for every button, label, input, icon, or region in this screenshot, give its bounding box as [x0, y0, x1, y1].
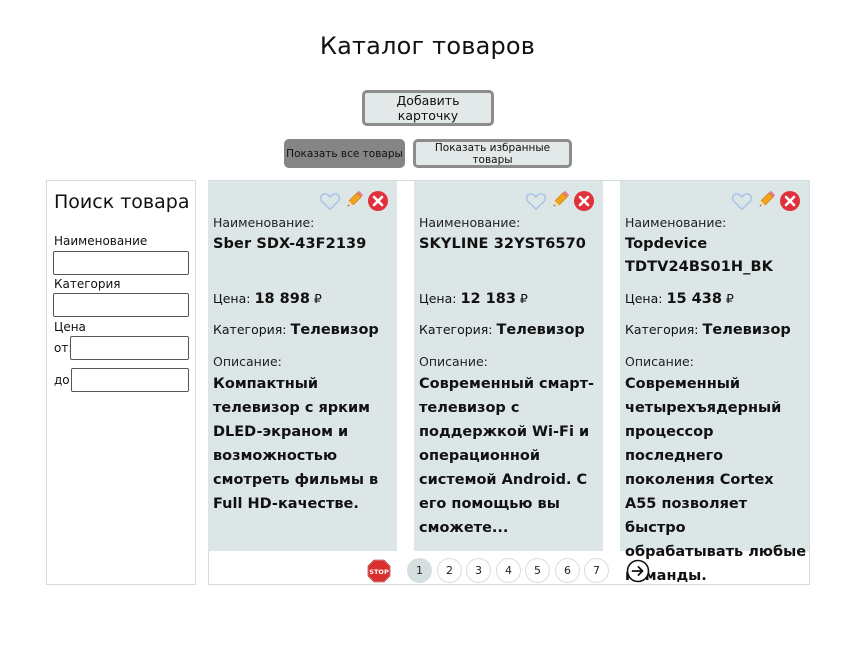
close-circle-icon[interactable] [367, 190, 389, 212]
category-label: Категория: [213, 322, 287, 337]
search-name-label: Наименование [54, 234, 148, 248]
heart-icon[interactable] [319, 190, 341, 212]
description-label: Описание: [625, 354, 694, 369]
search-category-label: Категория [54, 277, 121, 291]
heart-icon[interactable] [525, 190, 547, 212]
product-card: Наименование: Sber SDX-43F2139 Цена: 18 … [208, 181, 397, 551]
page-button-1[interactable]: 1 [407, 558, 432, 583]
price-label: Цена: [419, 291, 457, 306]
search-panel: Поиск товара Наименование Категория Цена… [46, 180, 196, 585]
stop-sign-label: STOP [369, 568, 389, 576]
heart-icon[interactable] [731, 190, 753, 212]
page-button-7[interactable]: 7 [584, 558, 609, 583]
search-title: Поиск товара [54, 191, 190, 213]
product-description: Компактный телевизор с ярким DLED-экрано… [213, 376, 379, 512]
price-label: Цена: [213, 291, 251, 306]
price-label: Цена: [625, 291, 663, 306]
price-row: Цена: 15 438 ₽ [625, 291, 734, 307]
pagination: STOP 1 2 3 4 5 6 7 [0, 558, 855, 585]
category-row: Категория: Телевизор [419, 322, 585, 338]
product-description: Современный смарт-телевизор с поддержкой… [419, 376, 595, 536]
price-from-input[interactable] [70, 336, 189, 360]
price-row: Цена: 12 183 ₽ [419, 291, 528, 307]
name-label: Наименование: [213, 215, 315, 230]
currency-symbol: ₽ [519, 291, 528, 306]
card-actions [319, 190, 389, 212]
product-price: 18 898 [254, 291, 310, 307]
search-price-label: Цена [54, 320, 86, 334]
page-button-2[interactable]: 2 [437, 558, 462, 583]
search-name-input[interactable] [53, 251, 189, 275]
page-title: Каталог товаров [319, 32, 536, 60]
product-price: 12 183 [460, 291, 516, 307]
currency-symbol: ₽ [725, 291, 734, 306]
category-row: Категория: Телевизор [625, 322, 791, 338]
product-category: Телевизор [702, 322, 791, 338]
stop-sign-icon[interactable]: STOP [367, 559, 391, 583]
category-label: Категория: [625, 322, 699, 337]
currency-symbol: ₽ [313, 291, 322, 306]
description-label: Описание: [213, 354, 282, 369]
product-card: Наименование: SKYLINE 32YST6570 Цена: 12… [414, 181, 603, 551]
arrow-right-circle-icon[interactable] [626, 559, 650, 583]
add-card-button[interactable]: Добавить карточку [362, 90, 494, 126]
name-label: Наименование: [419, 215, 521, 230]
price-to-input[interactable] [71, 368, 189, 392]
page-button-5[interactable]: 5 [525, 558, 550, 583]
product-card: Наименование: Topdevice TDTV24BS01H_BK Ц… [620, 181, 809, 584]
close-circle-icon[interactable] [779, 190, 801, 212]
name-label: Наименование: [625, 215, 727, 230]
product-description: Современный четырехъядерный процессор по… [625, 376, 807, 584]
price-row: Цена: 18 898 ₽ [213, 291, 322, 307]
page-button-4[interactable]: 4 [496, 558, 521, 583]
close-circle-icon[interactable] [573, 190, 595, 212]
pencil-icon[interactable] [757, 190, 775, 212]
pencil-icon[interactable] [345, 190, 363, 212]
product-name: SKYLINE 32YST6570 [419, 236, 586, 252]
category-row: Категория: Телевизор [213, 322, 379, 338]
card-actions [731, 190, 801, 212]
category-label: Категория: [419, 322, 493, 337]
show-all-button[interactable]: Показать все товары [284, 139, 405, 168]
search-category-input[interactable] [53, 293, 189, 317]
product-price: 15 438 [666, 291, 722, 307]
product-name: Topdevice TDTV24BS01H_BK [625, 236, 773, 275]
page-button-6[interactable]: 6 [555, 558, 580, 583]
pencil-icon[interactable] [551, 190, 569, 212]
product-category: Телевизор [290, 322, 379, 338]
card-actions [525, 190, 595, 212]
description-label: Описание: [419, 354, 488, 369]
product-name: Sber SDX-43F2139 [213, 236, 367, 252]
page-button-3[interactable]: 3 [466, 558, 491, 583]
show-favorites-button[interactable]: Показать избранные товары [413, 139, 572, 168]
product-category: Телевизор [496, 322, 585, 338]
